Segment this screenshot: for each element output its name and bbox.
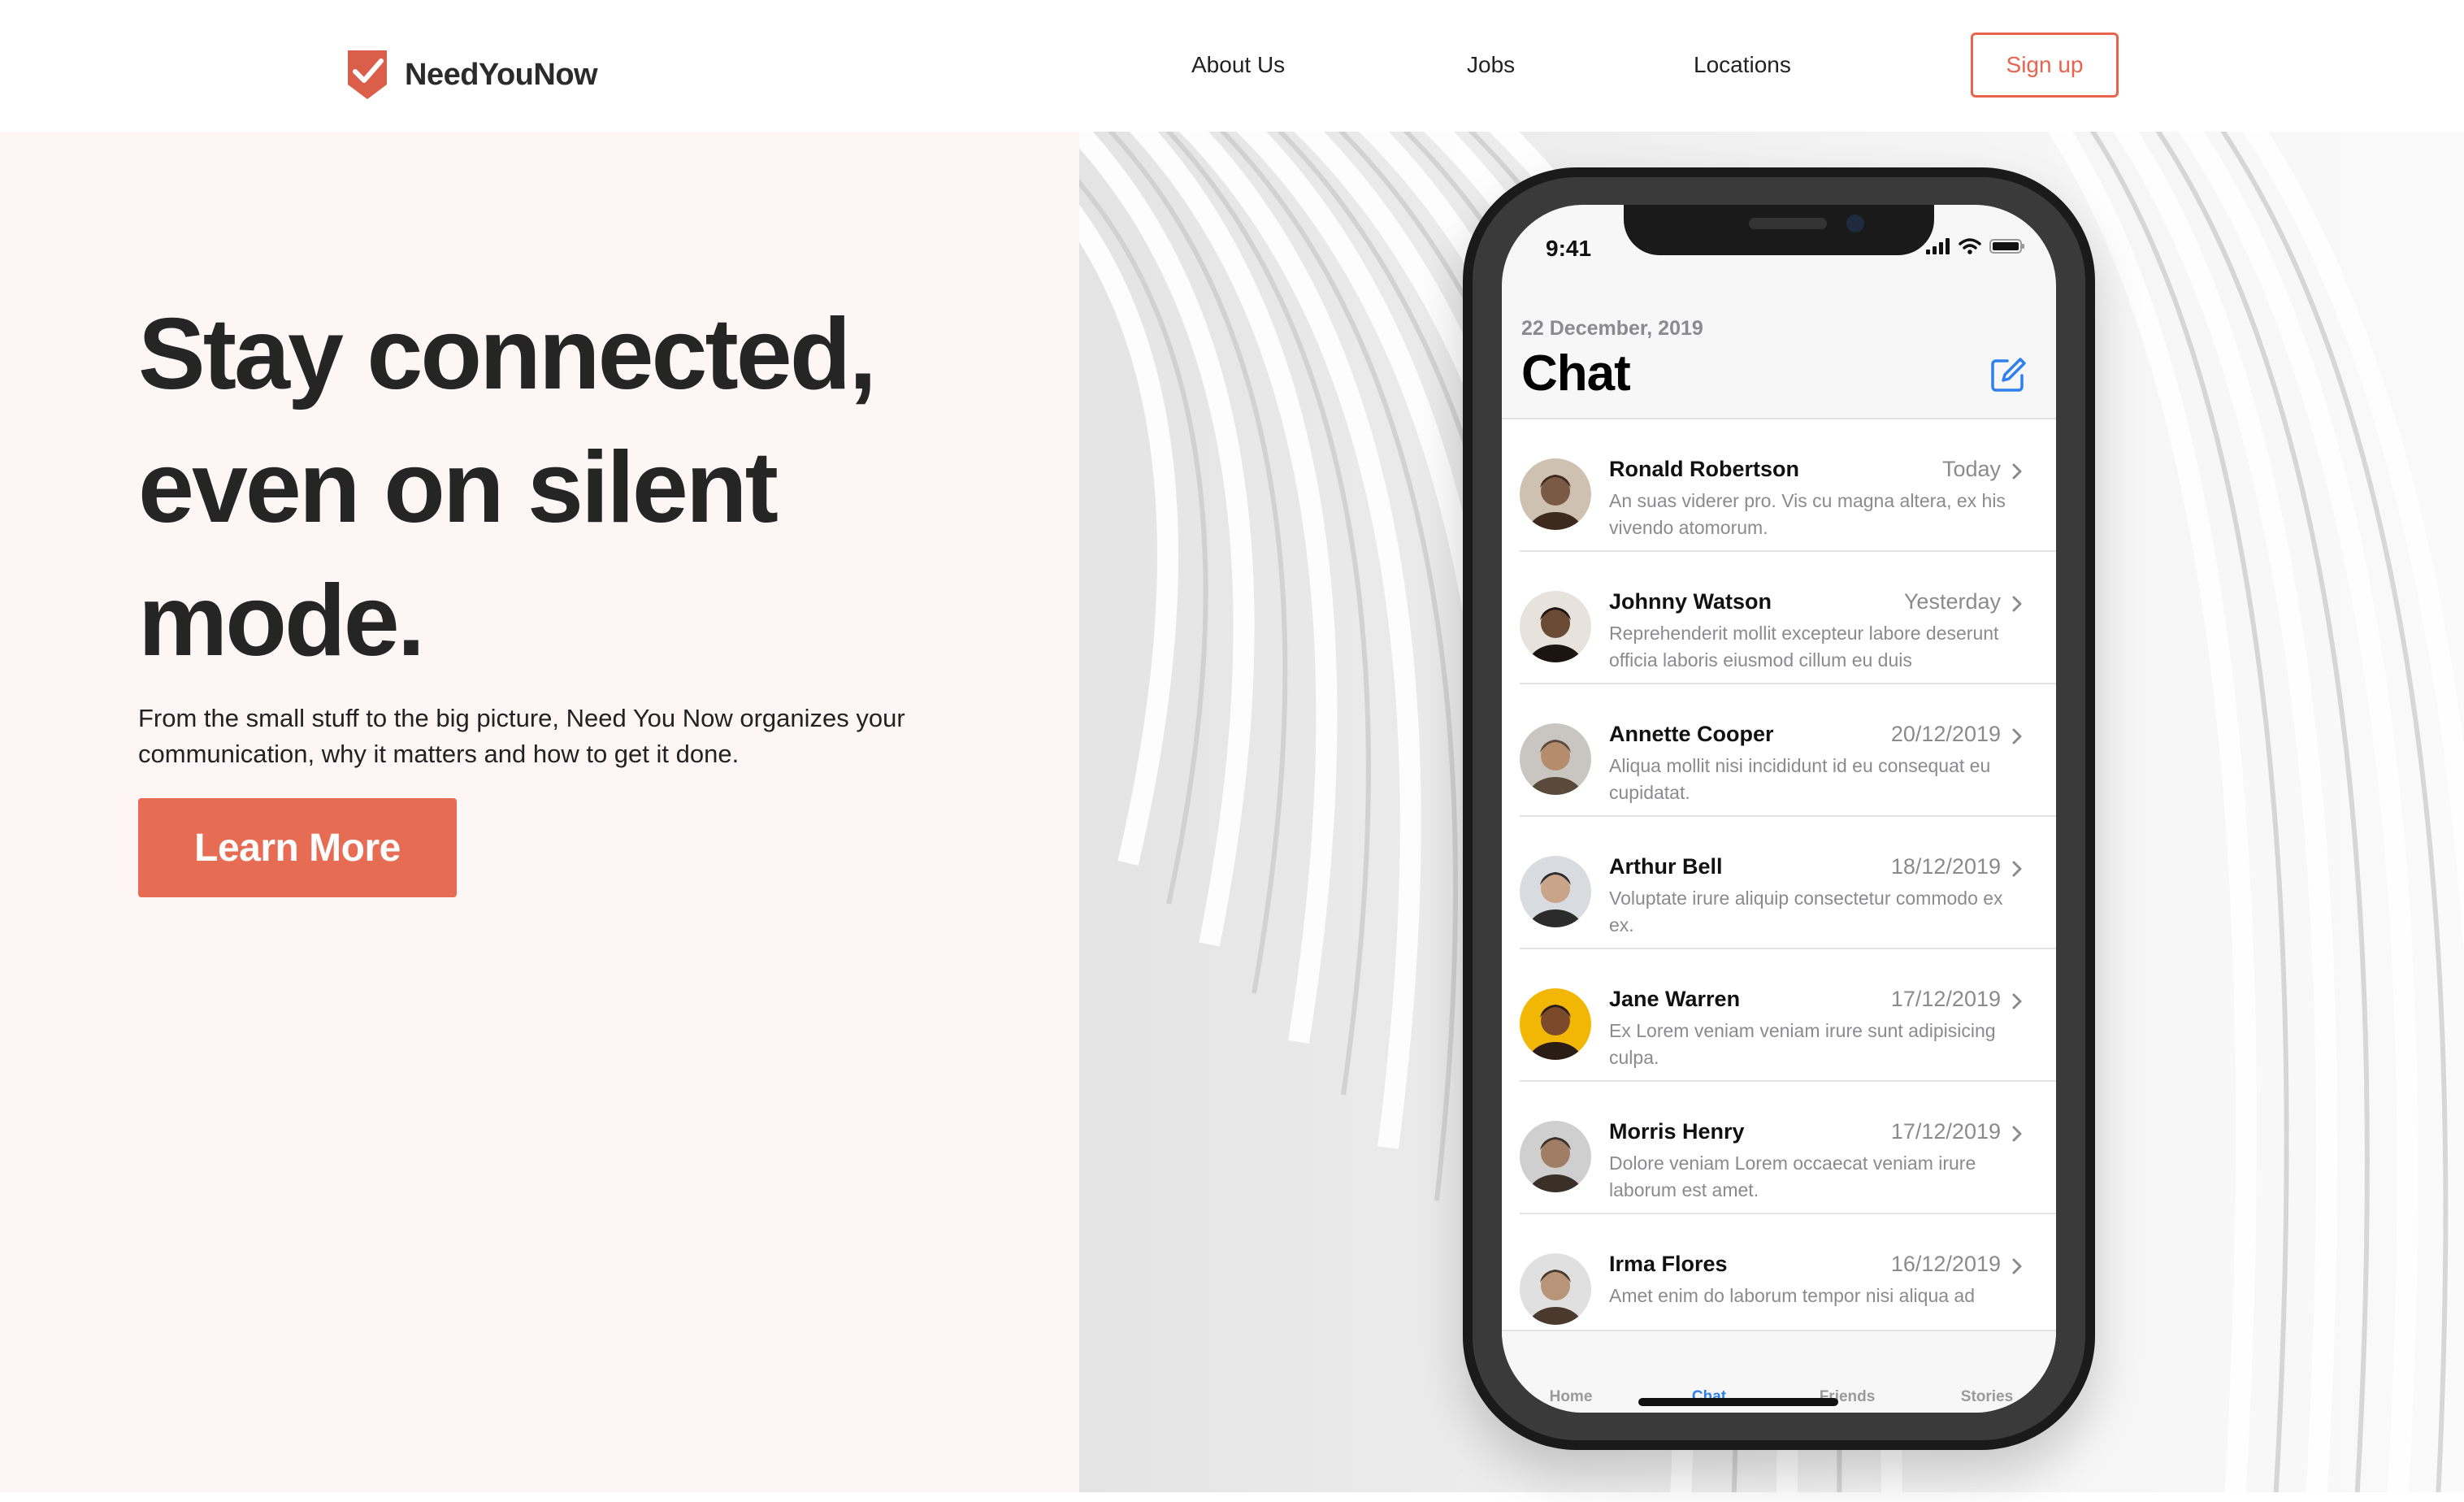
signal-icon (1926, 238, 1950, 254)
chat-list-item[interactable]: Ronald Robertson Today An suas viderer pro… (1502, 419, 2056, 552)
hero-subtext: From the small stuff to the big picture,… (138, 704, 905, 768)
chat-message-preview: Aliqua mollit nisi incididunt id eu cons… (1609, 755, 1991, 803)
avatar (1520, 1253, 1591, 1325)
chat-contact-name: Morris Henry (1609, 1119, 1745, 1144)
hero-headline: Stay connected, even on silent mode. (138, 288, 1032, 688)
chat-timestamp: 20/12/2019 (1890, 722, 2001, 746)
nav-about-us[interactable]: About Us (1191, 49, 1285, 81)
avatar (1520, 591, 1591, 662)
chat-contact-name: Ronald Robertson (1609, 457, 1799, 481)
avatar (1520, 988, 1591, 1060)
chevron-right-icon (2012, 463, 2022, 480)
avatar (1520, 1121, 1591, 1192)
avatar (1520, 458, 1591, 530)
chat-list-item[interactable]: Arthur Bell 18/12/2019 Voluptate irure ali… (1502, 817, 2056, 949)
chat-contact-name: Arthur Bell (1609, 854, 1723, 879)
chevron-right-icon (2012, 596, 2022, 612)
learn-more-button[interactable]: Learn More (138, 798, 457, 897)
headline-line: even on silent (138, 432, 779, 544)
headline-line: Stay connected, (138, 298, 877, 410)
signup-button[interactable]: Sign up (1971, 33, 2119, 98)
phone-notch (1624, 205, 1934, 255)
chevron-right-icon (2012, 993, 2022, 1009)
chat-timestamp: 16/12/2019 (1890, 1252, 2001, 1276)
phone-mockup: 9:41 22 December, 2019 Chat Ronald Rober… (1463, 167, 2095, 1450)
brand-name: NeedYouNow (405, 57, 598, 92)
camera-icon (1846, 215, 1864, 232)
compose-icon[interactable] (1989, 356, 2027, 393)
chat-contact-name: Annette Cooper (1609, 722, 1774, 746)
nav-locations[interactable]: Locations (1694, 49, 1791, 81)
chevron-right-icon (2012, 861, 2022, 877)
chat-timestamp: Today (1941, 457, 2001, 481)
tab-stories[interactable]: Stories (1918, 1388, 2056, 1406)
hero-text-panel: Stay connected, even on silent mode. Fro… (0, 132, 1079, 1492)
avatar (1520, 723, 1591, 795)
home-indicator (1638, 1398, 1838, 1406)
site-header: NeedYouNow About Us Jobs Locations Sign … (0, 0, 2464, 132)
chat-date-label: 22 December, 2019 (1521, 317, 1703, 340)
brand-logo[interactable]: NeedYouNow (345, 46, 598, 104)
chat-message-preview: An suas viderer pro. Vis cu magna altera… (1609, 490, 2006, 538)
avatar (1520, 856, 1591, 927)
chevron-right-icon (2012, 728, 2022, 744)
headline-line: mode. (138, 565, 425, 677)
status-time: 9:41 (1546, 236, 1592, 261)
chevron-right-icon (2012, 1126, 2022, 1142)
chat-timestamp: 18/12/2019 (1890, 854, 2001, 879)
phone-screen: 9:41 22 December, 2019 Chat Ronald Rober… (1502, 205, 2056, 1413)
chat-screen-title: Chat (1521, 345, 1631, 402)
status-icons (1926, 234, 2025, 258)
chat-message-preview: Voluptate irure aliquip consectetur comm… (1609, 888, 2003, 935)
chat-list-item[interactable]: Johnny Watson Yesterday Reprehenderit moll… (1502, 552, 2056, 684)
chat-message-preview: Amet enim do laborum tempor nisi aliqua … (1609, 1285, 1976, 1306)
wifi-icon (1959, 238, 1981, 254)
chat-list-item[interactable]: Irma Flores 16/12/2019 Amet enim do laboru… (1502, 1214, 2056, 1330)
chat-contact-name: Irma Flores (1609, 1252, 1728, 1276)
chat-message-preview: Dolore veniam Lorem occaecat veniam irur… (1609, 1153, 1976, 1200)
chat-list-item[interactable]: Annette Cooper 20/12/2019 Aliqua mollit ni… (1502, 684, 2056, 817)
chat-list-item[interactable]: Jane Warren 17/12/2019 Ex Lorem veniam ven… (1502, 949, 2056, 1082)
chevron-right-icon (2012, 1258, 2022, 1274)
chat-contact-name: Johnny Watson (1609, 589, 1772, 614)
chat-message-preview: Ex Lorem veniam veniam irure sunt adipis… (1609, 1020, 1996, 1068)
chat-timestamp: Yesterday (1903, 589, 2001, 614)
speaker-grille (1749, 218, 1827, 229)
nav-jobs[interactable]: Jobs (1467, 49, 1515, 81)
chat-message-preview: Reprehenderit mollit excepteur labore de… (1609, 623, 1999, 671)
tab-home[interactable]: Home (1502, 1388, 1640, 1406)
chat-list-item[interactable]: Morris Henry 17/12/2019 Dolore veniam Lore… (1502, 1082, 2056, 1214)
chat-contact-name: Jane Warren (1609, 987, 1741, 1011)
chat-list: Ronald Robertson Today An suas viderer pro… (1502, 419, 2056, 1330)
shield-check-icon (348, 50, 387, 99)
chat-timestamp: 17/12/2019 (1890, 987, 2001, 1011)
battery-icon (1989, 239, 2024, 254)
chat-timestamp: 17/12/2019 (1890, 1119, 2001, 1144)
